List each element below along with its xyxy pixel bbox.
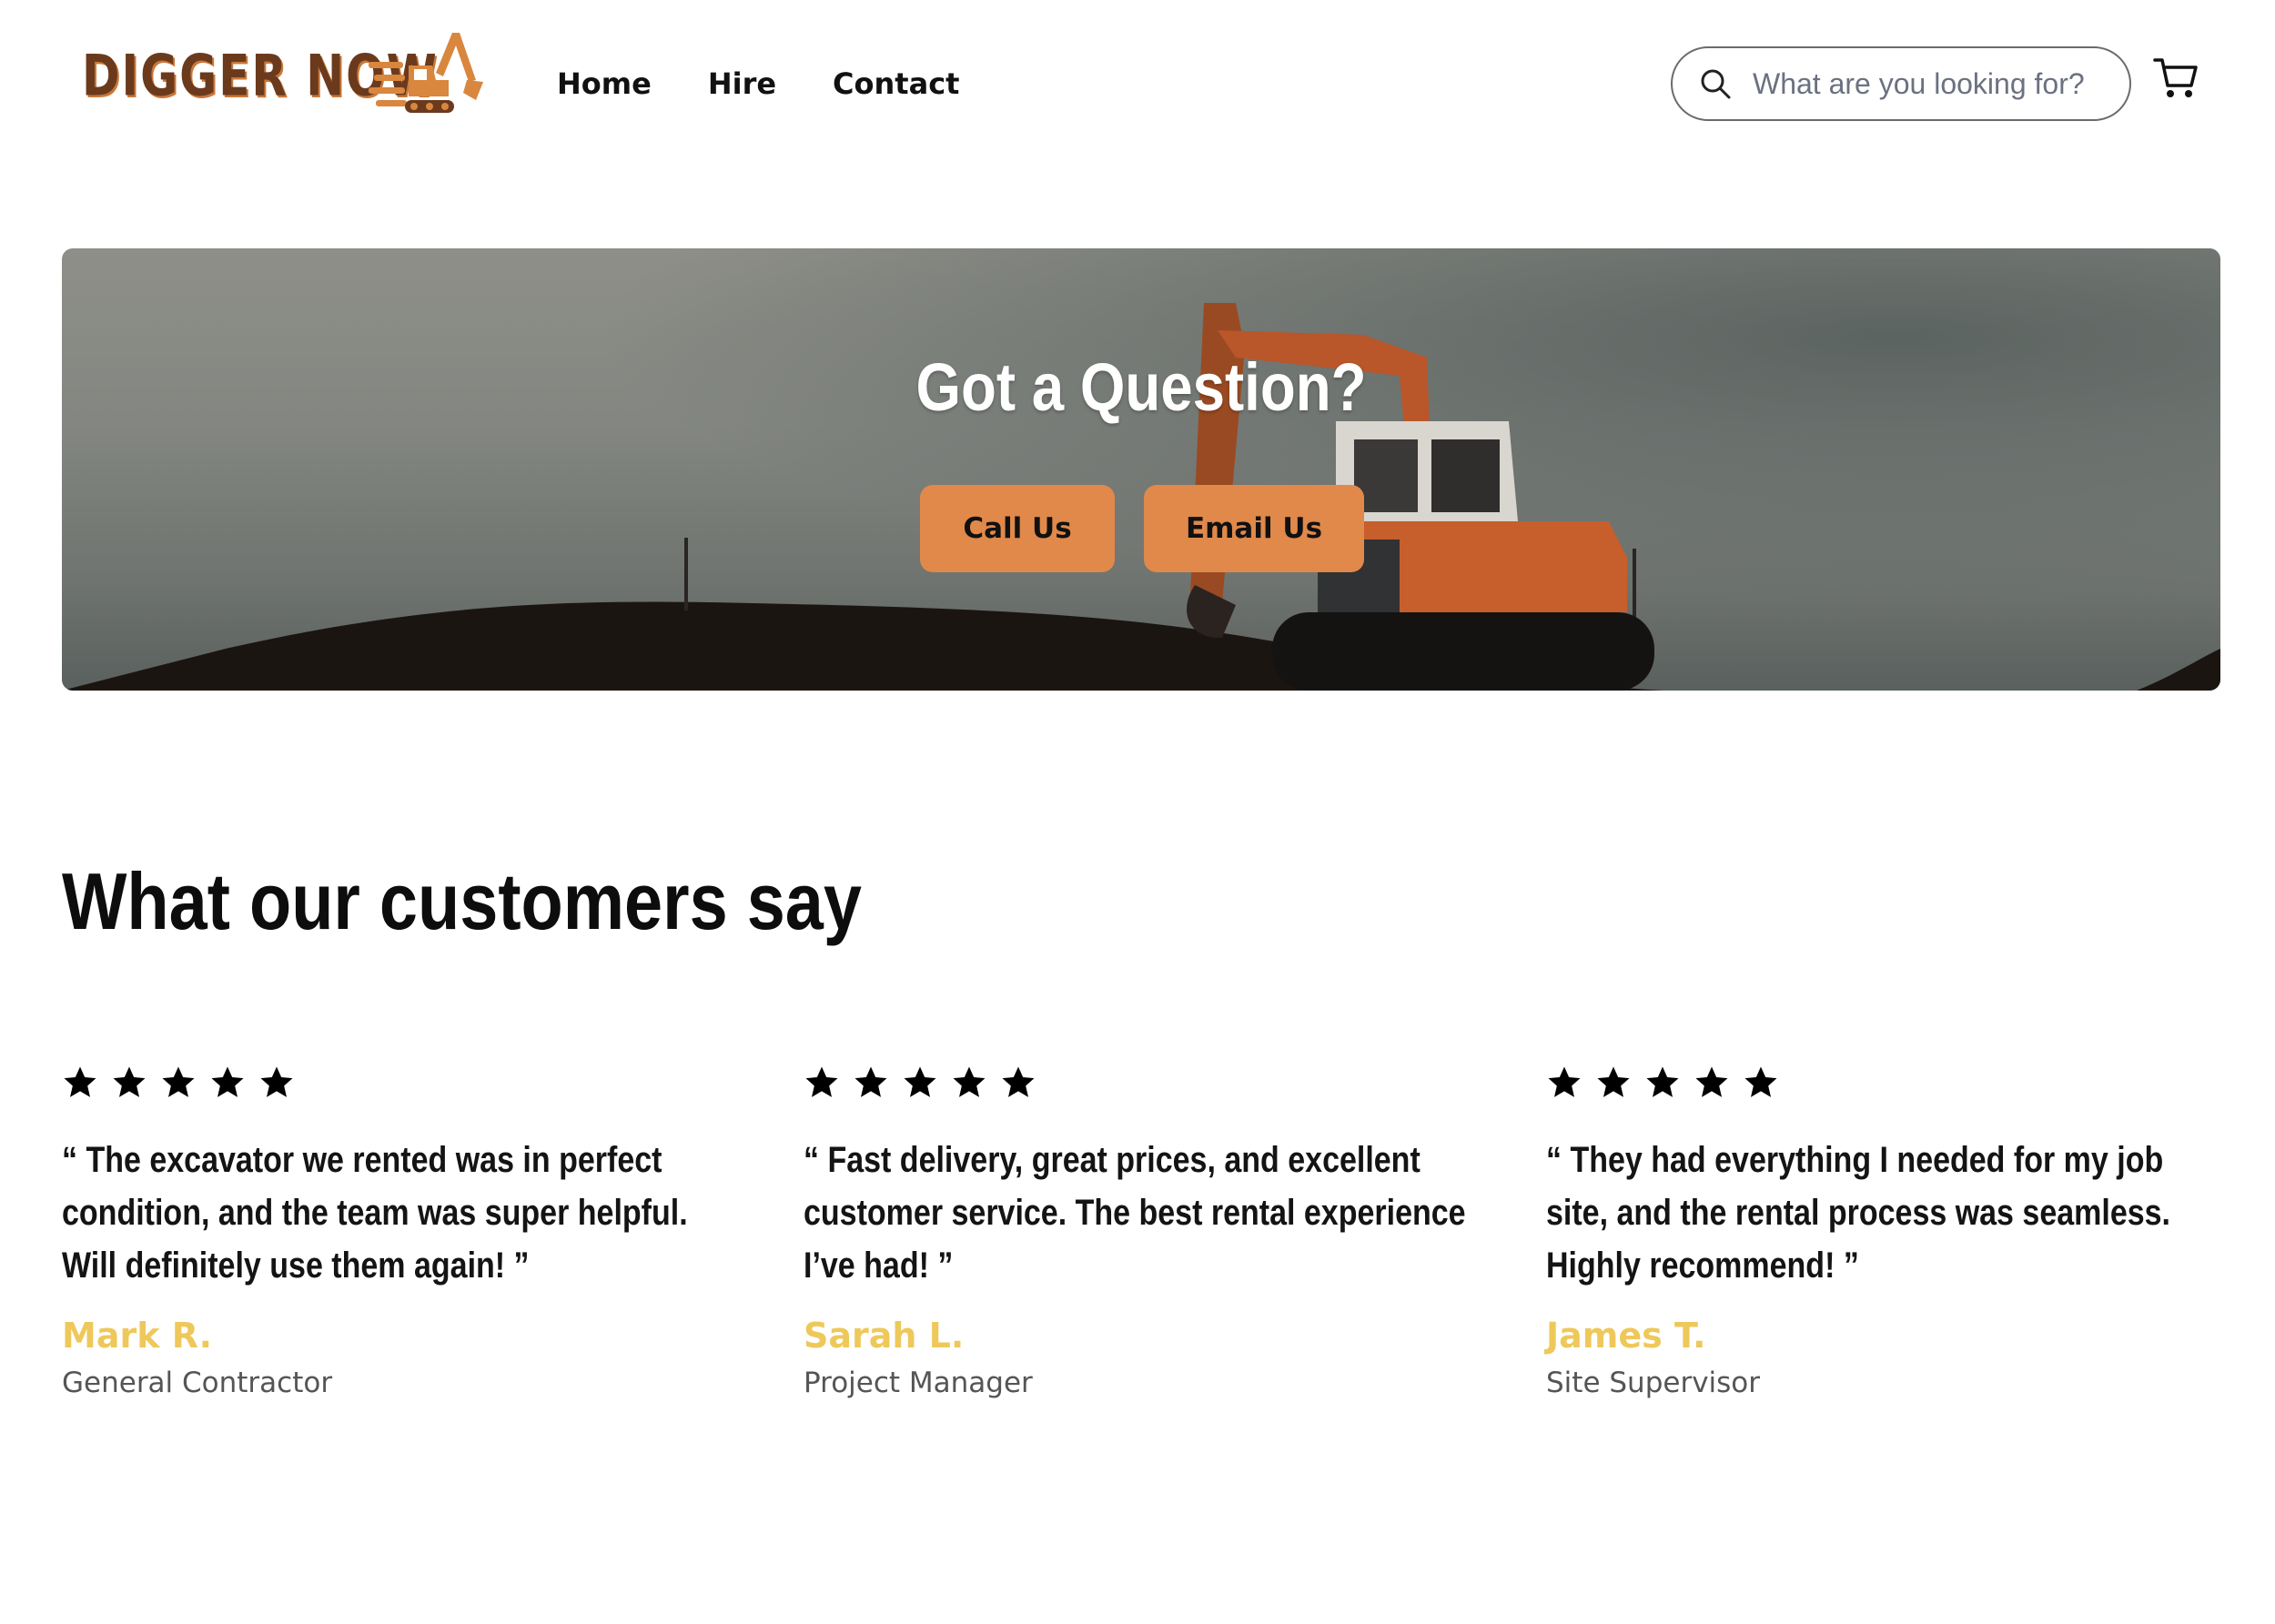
logo[interactable]: DIGGER NOW [82, 25, 491, 126]
star-icon [113, 1066, 146, 1097]
star-icon [211, 1066, 244, 1097]
testimonials-list: “ The excavator we rented was in perfect… [62, 1064, 2220, 1447]
star-icon [805, 1066, 838, 1097]
search-box[interactable] [1671, 46, 2131, 121]
star-icon [904, 1066, 936, 1097]
star-icon [1548, 1066, 1581, 1097]
hero-buttons: Call Us Email Us [920, 485, 1364, 572]
search-icon[interactable] [1698, 66, 1733, 101]
excavator-logo-icon [369, 33, 483, 113]
star-icon [260, 1066, 293, 1097]
reviewer-role: Site Supervisor [1546, 1367, 1761, 1399]
reviewer-role: Project Manager [804, 1367, 1033, 1399]
star-rating [1546, 1064, 2238, 1106]
testimonial-card: “ Fast delivery, great prices, and excel… [804, 1064, 1495, 1403]
star-icon [1744, 1066, 1777, 1097]
star-icon [1695, 1066, 1728, 1097]
excavator-hero-image [62, 248, 2220, 691]
testimonial-quote: “ Fast delivery, great prices, and excel… [804, 1140, 1466, 1286]
star-icon [64, 1066, 96, 1097]
star-icon [953, 1066, 986, 1097]
testimonial-card: “ They had everything I needed for my jo… [1546, 1064, 2238, 1403]
testimonial-quote: “ The excavator we rented was in perfect… [62, 1140, 688, 1286]
site-header: DIGGER NOW Home Hire Contact [0, 0, 2275, 173]
star-icon [1002, 1066, 1035, 1097]
testimonials-title: What our customers say [62, 856, 862, 946]
nav-contact[interactable]: Contact [833, 64, 959, 104]
star-rating [62, 1064, 753, 1106]
testimonial-card: “ The excavator we rented was in perfect… [62, 1064, 753, 1403]
hero-title: Got a Question? [915, 349, 1367, 425]
search-input[interactable] [1753, 66, 2117, 101]
reviewer-role: General Contractor [62, 1367, 333, 1399]
star-rating [804, 1064, 1495, 1106]
contact-hero-banner: Got a Question? Call Us Email Us [62, 248, 2220, 691]
reviewer-name: James T. [1546, 1316, 1706, 1356]
star-icon [1597, 1066, 1630, 1097]
star-icon [162, 1066, 195, 1097]
main-nav: Home Hire Contact [557, 64, 1016, 104]
reviewer-name: Sarah L. [804, 1316, 965, 1356]
cart-icon[interactable] [2153, 56, 2199, 100]
reviewer-name: Mark R. [62, 1316, 213, 1356]
call-us-button[interactable]: Call Us [920, 485, 1115, 572]
star-icon [854, 1066, 887, 1097]
testimonial-quote: “ They had everything I needed for my jo… [1546, 1140, 2171, 1286]
star-icon [1646, 1066, 1679, 1097]
email-us-button[interactable]: Email Us [1144, 485, 1364, 572]
nav-hire[interactable]: Hire [708, 64, 776, 104]
nav-home[interactable]: Home [557, 64, 652, 104]
